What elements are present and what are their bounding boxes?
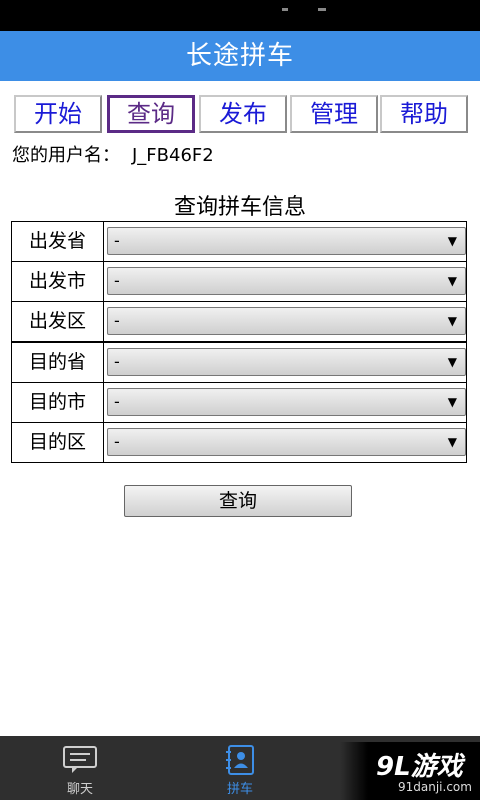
username-line: 您的用户名： J_FB46F2 <box>12 141 214 167</box>
select-value: - <box>114 311 120 330</box>
app-title: 长途拼车 <box>0 31 480 81</box>
form-row: 出发省 - ▼ <box>12 222 466 262</box>
tab-publish[interactable]: 发布 <box>199 95 287 133</box>
select-value: - <box>114 352 120 371</box>
status-indicator <box>282 8 288 11</box>
dropdown-arrow-icon: ▼ <box>447 355 457 369</box>
tab-start[interactable]: 开始 <box>14 95 102 133</box>
chat-icon <box>63 746 97 773</box>
status-bar <box>0 0 480 31</box>
select-value: - <box>114 392 120 411</box>
departure-district-select[interactable]: - ▼ <box>107 307 466 335</box>
username-value: J_FB46F2 <box>132 145 214 166</box>
status-indicator <box>318 8 326 11</box>
tab-help[interactable]: 帮助 <box>380 95 468 133</box>
watermark-logo: 9L游戏 <box>376 752 463 782</box>
nav-item-carpool[interactable]: 拼车 <box>200 736 280 800</box>
destination-province-select[interactable]: - ▼ <box>107 348 466 376</box>
query-form: 出发省 - ▼ 出发市 - ▼ 出发区 - ▼ 目的省 - ▼ 目的市 - ▼ <box>11 221 467 463</box>
field-label: 出发市 <box>12 262 104 301</box>
departure-city-select[interactable]: - ▼ <box>107 267 466 295</box>
dropdown-arrow-icon: ▼ <box>447 274 457 288</box>
dropdown-arrow-icon: ▼ <box>447 435 457 449</box>
destination-city-select[interactable]: - ▼ <box>107 388 466 416</box>
dropdown-arrow-icon: ▼ <box>447 314 457 328</box>
watermark-url: 91danji.com <box>398 780 472 794</box>
form-row: 出发区 - ▼ <box>12 302 466 343</box>
query-button[interactable]: 查询 <box>124 485 352 517</box>
form-title: 查询拼车信息 <box>173 195 306 220</box>
nav-label: 拼车 <box>226 782 253 797</box>
tab-bar: 开始 查询 发布 管理 帮助 <box>14 95 468 133</box>
tab-query[interactable]: 查询 <box>107 95 195 133</box>
username-label: 您的用户名： <box>12 145 120 166</box>
field-label: 出发省 <box>12 222 104 261</box>
select-value: - <box>114 271 120 290</box>
form-row: 目的市 - ▼ <box>12 383 466 423</box>
field-label: 目的区 <box>12 423 104 462</box>
destination-district-select[interactable]: - ▼ <box>107 428 466 456</box>
contact-book-icon <box>226 745 254 775</box>
departure-province-select[interactable]: - ▼ <box>107 227 466 255</box>
select-value: - <box>114 231 120 250</box>
tab-manage[interactable]: 管理 <box>290 95 378 133</box>
nav-item-chat[interactable]: 聊天 <box>40 736 120 800</box>
dropdown-arrow-icon: ▼ <box>447 234 457 248</box>
field-label: 目的市 <box>12 383 104 422</box>
field-label: 目的省 <box>12 343 104 382</box>
select-value: - <box>114 432 120 451</box>
dropdown-arrow-icon: ▼ <box>447 395 457 409</box>
form-row: 出发市 - ▼ <box>12 262 466 302</box>
field-label: 出发区 <box>12 302 104 341</box>
nav-label: 聊天 <box>66 782 93 797</box>
form-row: 目的区 - ▼ <box>12 423 466 462</box>
form-row: 目的省 - ▼ <box>12 343 466 383</box>
